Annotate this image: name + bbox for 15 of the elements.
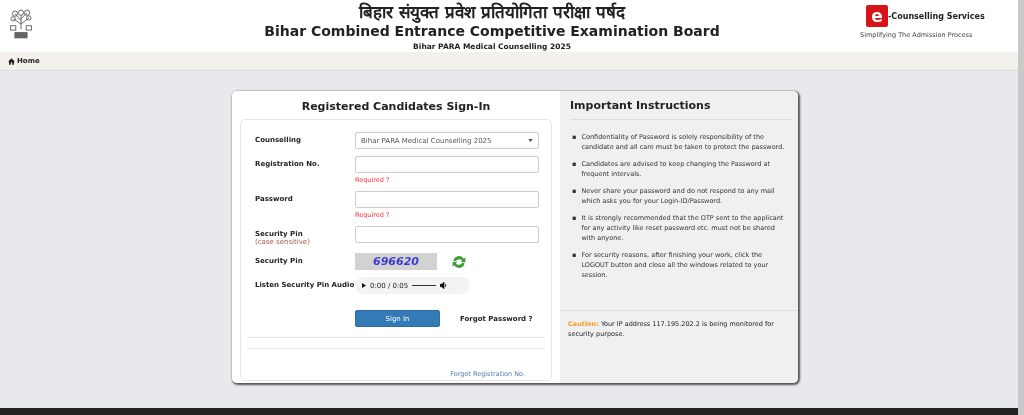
play-icon[interactable] [362, 283, 366, 288]
refresh-icon[interactable] [451, 253, 467, 270]
input-field[interactable] [355, 226, 539, 243]
brand-name: -Counselling Services [888, 11, 985, 21]
board-title-hindi: बिहार संयुक्त प्रवेश प्रतियोगिता परीक्षा पर्षद [358, 3, 626, 22]
board-title: Bihar Combined Entrance Competitive Examination Board [264, 23, 720, 40]
input-field[interactable] [355, 156, 539, 173]
volume-icon[interactable] [440, 282, 449, 289]
brand-logo: e [866, 5, 888, 27]
home-icon [8, 57, 15, 65]
signin-title: Registered Candidates Sign-In [300, 100, 492, 113]
caret-icon [528, 139, 533, 142]
input-field[interactable] [355, 191, 539, 208]
instructions-title: Important Instructions [570, 99, 712, 112]
captcha-image: 696620 [355, 253, 437, 270]
